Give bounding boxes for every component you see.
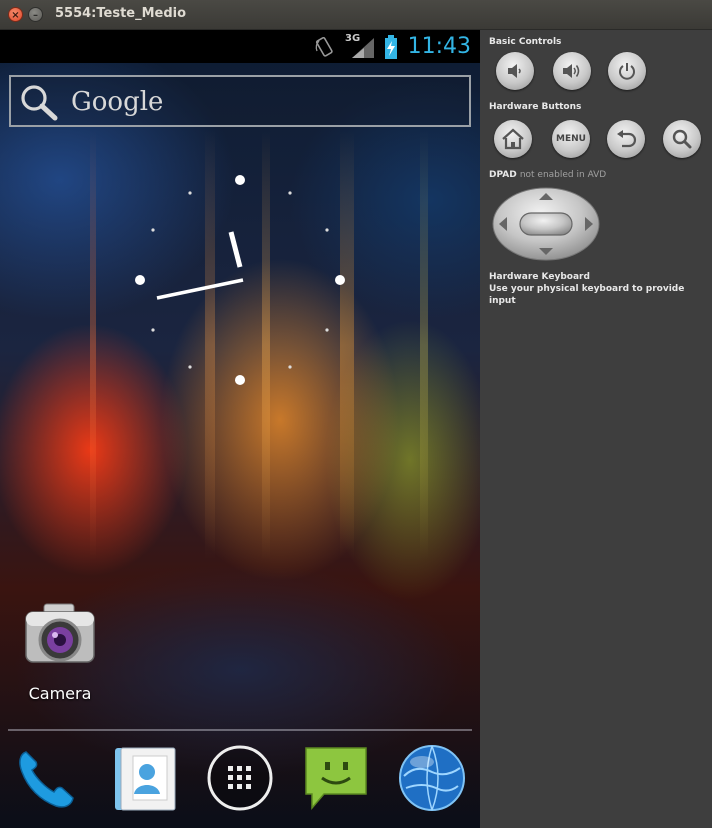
basic-controls-title: Basic Controls: [489, 37, 562, 47]
phone-icon: [19, 751, 74, 808]
google-search-label: Google: [71, 87, 164, 117]
search-hardware-button[interactable]: [663, 120, 701, 158]
menu-button[interactable]: MENU: [552, 120, 590, 158]
back-button[interactable]: [607, 120, 645, 158]
volume-up-button[interactable]: [553, 52, 591, 90]
dock-divider: [8, 729, 472, 731]
google-search-bar[interactable]: Google: [9, 75, 471, 127]
hardware-keyboard-info: Hardware Keyboard Use your physical keyb…: [489, 271, 709, 307]
rotation-lock-icon: [315, 36, 333, 57]
dock-messaging-button[interactable]: [300, 742, 372, 814]
search-icon: [21, 85, 58, 121]
wallpaper-streak: [90, 130, 96, 560]
menu-button-label: MENU: [556, 134, 586, 144]
camera-app-label: Camera: [28, 684, 92, 703]
contacts-icon: [115, 747, 176, 811]
volume-down-button[interactable]: [496, 52, 534, 90]
emulator-control-panel: Basic Controls Hardware Buttons MENU DPA…: [480, 30, 712, 828]
home-icon: [502, 128, 524, 150]
wallpaper-streak: [420, 130, 428, 560]
dock-all-apps-button[interactable]: [204, 742, 276, 814]
volume-down-icon: [508, 64, 521, 78]
window-title: 5554:Teste_Medio: [55, 6, 187, 21]
dock-phone-button[interactable]: [10, 742, 82, 814]
dpad-title: DPAD not enabled in AVD: [489, 170, 606, 180]
search-icon: [672, 129, 692, 149]
status-time: 11:43: [407, 34, 471, 59]
dock-browser-button[interactable]: [396, 742, 468, 814]
clock-minute-hand: [156, 278, 244, 300]
close-window-button[interactable]: ×: [8, 7, 23, 22]
power-button[interactable]: [608, 52, 646, 90]
signal-icon: [352, 38, 374, 58]
minimize-window-button[interactable]: –: [28, 7, 43, 22]
dpad-control[interactable]: [492, 187, 600, 261]
messaging-icon: [305, 747, 367, 811]
hardware-buttons-title: Hardware Buttons: [489, 102, 582, 112]
status-bar: 3G 11:43: [0, 30, 480, 63]
home-button[interactable]: [494, 120, 532, 158]
dock-contacts-button[interactable]: [107, 742, 179, 814]
hardware-keyboard-title: Hardware Keyboard: [489, 272, 590, 282]
android-screen[interactable]: 3G 11:43 Google Camera: [0, 30, 480, 828]
battery-charging-icon: [385, 35, 397, 59]
browser-icon: [399, 745, 465, 811]
clock-hour-hand: [228, 231, 243, 268]
dpad-note: not enabled in AVD: [519, 170, 607, 180]
back-icon: [617, 130, 637, 148]
camera-icon: [25, 603, 95, 663]
camera-app-shortcut[interactable]: Camera: [20, 598, 100, 708]
hardware-keyboard-note: Use your physical keyboard to provide in…: [489, 284, 685, 306]
all-apps-icon: [207, 745, 273, 811]
analog-clock-widget[interactable]: [130, 170, 350, 390]
dpad-title-label: DPAD: [489, 170, 517, 180]
dpad-center-button[interactable]: [519, 212, 573, 236]
window-titlebar: × – 5554:Teste_Medio: [0, 0, 712, 30]
power-icon: [619, 63, 635, 80]
volume-up-icon: [563, 64, 580, 78]
